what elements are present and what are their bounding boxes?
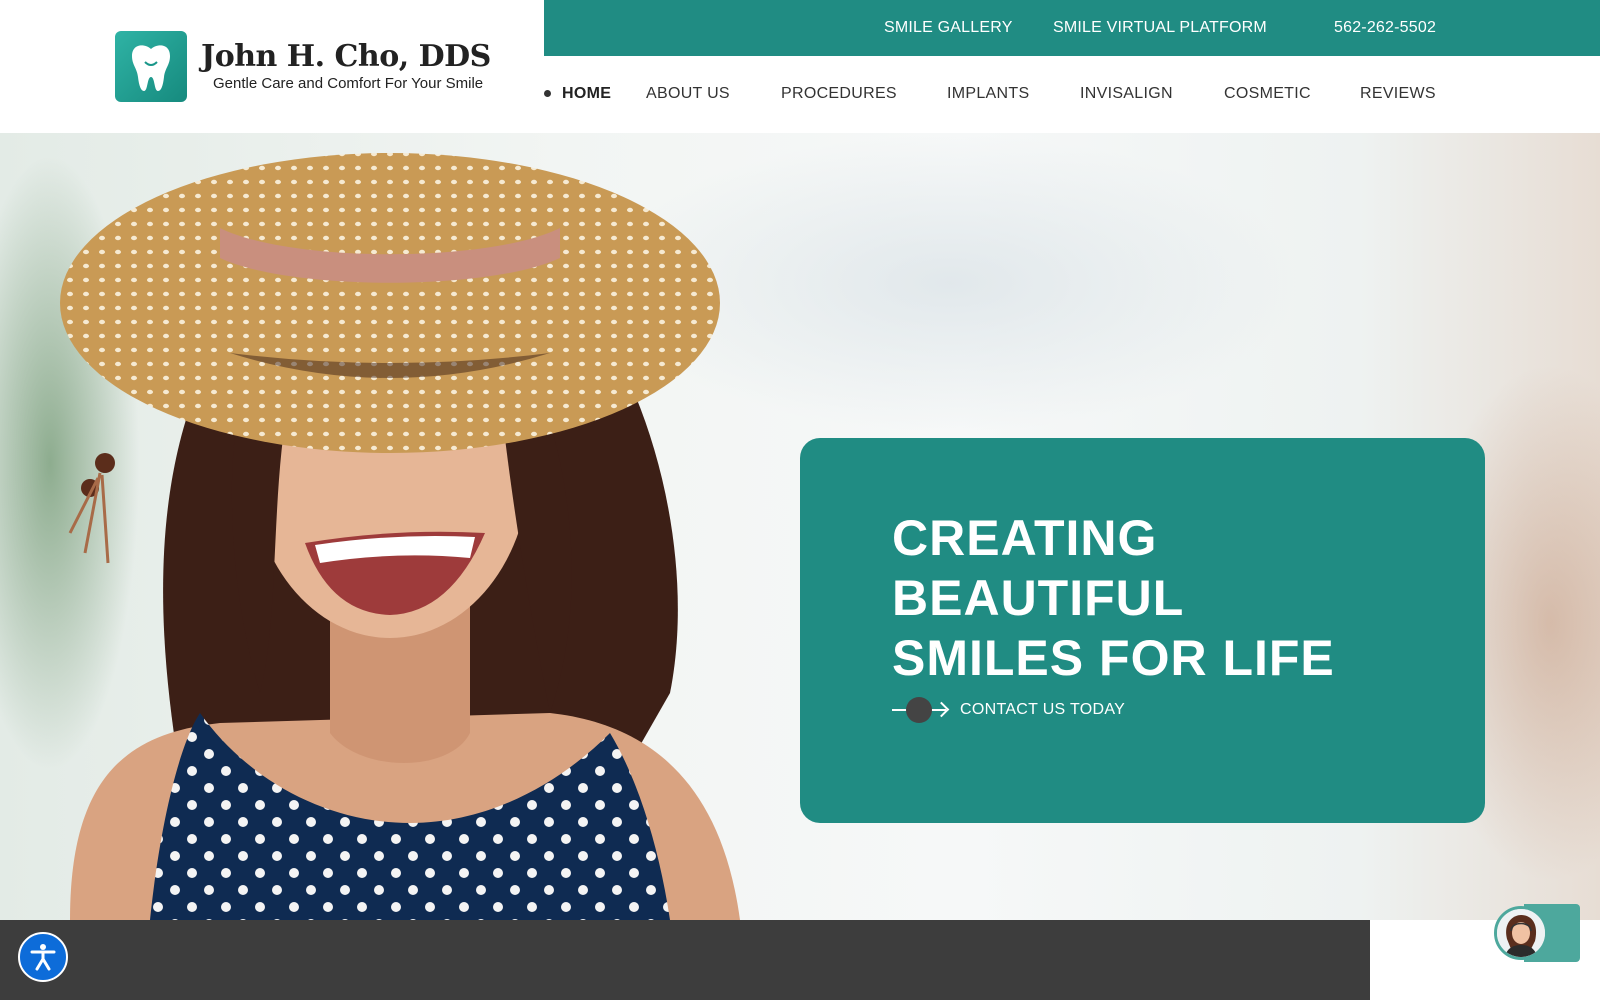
chat-widget[interactable] — [1494, 904, 1580, 962]
phone-number-link[interactable]: 562-262-5502 — [1334, 19, 1436, 37]
contact-us-label: CONTACT US TODAY — [960, 701, 1126, 718]
nav-item-home[interactable]: HOME — [562, 85, 611, 103]
arrow-right-icon — [892, 697, 950, 723]
nav-item-reviews[interactable]: REVIEWS — [1360, 85, 1436, 103]
smile-gallery-link[interactable]: SMILE GALLERY — [884, 19, 1013, 37]
contact-us-button[interactable]: CONTACT US TODAY — [892, 697, 1125, 723]
active-indicator-dot — [544, 90, 551, 97]
nav-item-invisalign[interactable]: INVISALIGN — [1080, 85, 1173, 103]
site-logo[interactable]: John H. Cho, DDS Gentle Care and Comfort… — [115, 31, 491, 102]
headline-line-1: CREATING — [892, 510, 1158, 566]
smiling-woman-photo — [60, 153, 740, 920]
accessibility-icon[interactable] — [18, 932, 68, 982]
headline-line-3: SMILES FOR LIFE — [892, 630, 1335, 686]
nav-item-cosmetic[interactable]: COSMETIC — [1224, 85, 1311, 103]
tooth-icon — [115, 31, 187, 102]
logo-text: John H. Cho, DDS Gentle Care and Comfort… — [201, 41, 491, 93]
headline-line-2: BEAUTIFUL — [892, 570, 1185, 626]
site-header: John H. Cho, DDS Gentle Care and Comfort… — [0, 0, 1600, 133]
smile-virtual-platform-link[interactable]: SMILE VIRTUAL PLATFORM — [1053, 19, 1267, 37]
chat-agent-avatar-icon[interactable] — [1494, 906, 1548, 960]
hero-headline: CREATING BEAUTIFUL SMILES FOR LIFE — [892, 508, 1412, 688]
brand-tagline: Gentle Care and Comfort For Your Smile — [213, 75, 484, 93]
hero-promo-card: CREATING BEAUTIFUL SMILES FOR LIFE CONTA… — [800, 438, 1485, 823]
brand-name: John H. Cho, DDS — [201, 38, 491, 74]
nav-item-procedures[interactable]: PROCEDURES — [781, 85, 897, 103]
main-nav: HOME ABOUT US PROCEDURES IMPLANTS INVISA… — [544, 84, 1544, 106]
bottom-dark-bar — [0, 920, 1370, 1000]
top-utility-bar: SMILE GALLERY SMILE VIRTUAL PLATFORM 562… — [544, 0, 1600, 56]
nav-item-about-us[interactable]: ABOUT US — [646, 85, 730, 103]
hero-banner: CREATING BEAUTIFUL SMILES FOR LIFE CONTA… — [0, 133, 1600, 920]
nav-item-implants[interactable]: IMPLANTS — [947, 85, 1029, 103]
